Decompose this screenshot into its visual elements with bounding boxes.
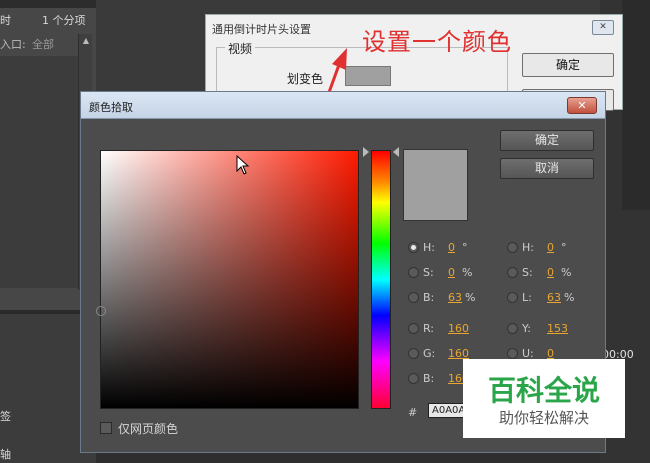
watermark-title: 百科全说: [487, 374, 600, 407]
wipe-color-swatch[interactable]: [345, 66, 391, 86]
field-hsb-saturation[interactable]: S: 0 %: [408, 265, 488, 281]
rgb-green-radio[interactable]: [408, 348, 419, 359]
field-hsb-brightness[interactable]: B: 63 %: [408, 290, 488, 306]
hue-slider-left-handle[interactable]: [363, 147, 369, 157]
rgb-red-value[interactable]: 160: [448, 322, 469, 335]
color-preview: [403, 149, 468, 221]
picker-title: 颜色拾取: [89, 101, 133, 114]
hsl-hue-radio[interactable]: [507, 242, 518, 253]
project-list[interactable]: [0, 56, 78, 288]
picker-close-icon[interactable]: ✕: [567, 97, 597, 114]
hue-slider[interactable]: [371, 150, 391, 409]
picker-crosshair[interactable]: [96, 306, 106, 316]
yuv-u-radio[interactable]: [507, 348, 518, 359]
hsl-saturation-value[interactable]: 0: [547, 266, 554, 279]
rgb-red-radio[interactable]: [408, 323, 419, 334]
field-hsl-hue[interactable]: H: 0 °: [507, 240, 587, 256]
picker-cancel-button[interactable]: 取消: [500, 158, 594, 179]
panel-header-strip: [0, 0, 96, 8]
hsl-lightness-value[interactable]: 63: [547, 291, 561, 304]
yuv-y-radio[interactable]: [507, 323, 518, 334]
web-colors-label: 仅网页颜色: [118, 422, 179, 436]
scroll-up-icon[interactable]: ▲: [79, 36, 93, 45]
hsb-brightness-radio[interactable]: [408, 292, 419, 303]
field-yuv-y[interactable]: Y: 153: [507, 321, 587, 337]
field-hsl-saturation[interactable]: S: 0 %: [507, 265, 587, 281]
ok-button[interactable]: 确定: [522, 53, 614, 77]
picker-ok-button[interactable]: 确定: [500, 130, 594, 151]
rgb-blue-radio[interactable]: [408, 373, 419, 384]
entry-point-select[interactable]: 全部: [32, 36, 76, 54]
field-hsb-hue[interactable]: H: 0 °: [408, 240, 488, 256]
hue-slider-right-handle[interactable]: [393, 147, 399, 157]
entry-point-label: 入口:: [0, 38, 26, 51]
wipe-color-label: 划变色: [287, 72, 324, 86]
panel-row-count: 1 个分项: [42, 14, 86, 27]
hsb-brightness-value[interactable]: 63: [448, 291, 462, 304]
hex-label: #: [408, 406, 418, 419]
dialog-title: 通用倒计时片头设置: [212, 23, 311, 36]
mouse-cursor-icon: [236, 155, 250, 175]
hsb-saturation-value[interactable]: 0: [448, 266, 455, 279]
yuv-y-value[interactable]: 153: [547, 322, 568, 335]
annotation-text: 设置一个颜色: [362, 28, 512, 56]
watermark-subtitle: 助你轻松解决: [498, 409, 589, 427]
web-colors-checkbox[interactable]: [100, 422, 112, 434]
hsl-hue-value[interactable]: 0: [547, 241, 554, 254]
picker-titlebar[interactable]: 颜色拾取 ✕: [81, 92, 605, 119]
saturation-brightness-field[interactable]: [100, 150, 359, 409]
group-label: 视频: [225, 40, 256, 57]
close-icon[interactable]: ✕: [592, 20, 614, 35]
hsb-saturation-radio[interactable]: [408, 267, 419, 278]
field-rgb-red[interactable]: R: 160: [408, 321, 488, 337]
field-hsl-lightness[interactable]: L: 63 %: [507, 290, 587, 306]
hsl-saturation-radio[interactable]: [507, 267, 518, 278]
hsb-hue-value[interactable]: 0: [448, 241, 455, 254]
hsb-hue-radio[interactable]: [408, 242, 419, 253]
right-upper-panel: [622, 0, 650, 210]
watermark-logo: 百科全说 助你轻松解决: [463, 359, 625, 438]
hsl-lightness-radio[interactable]: [507, 292, 518, 303]
